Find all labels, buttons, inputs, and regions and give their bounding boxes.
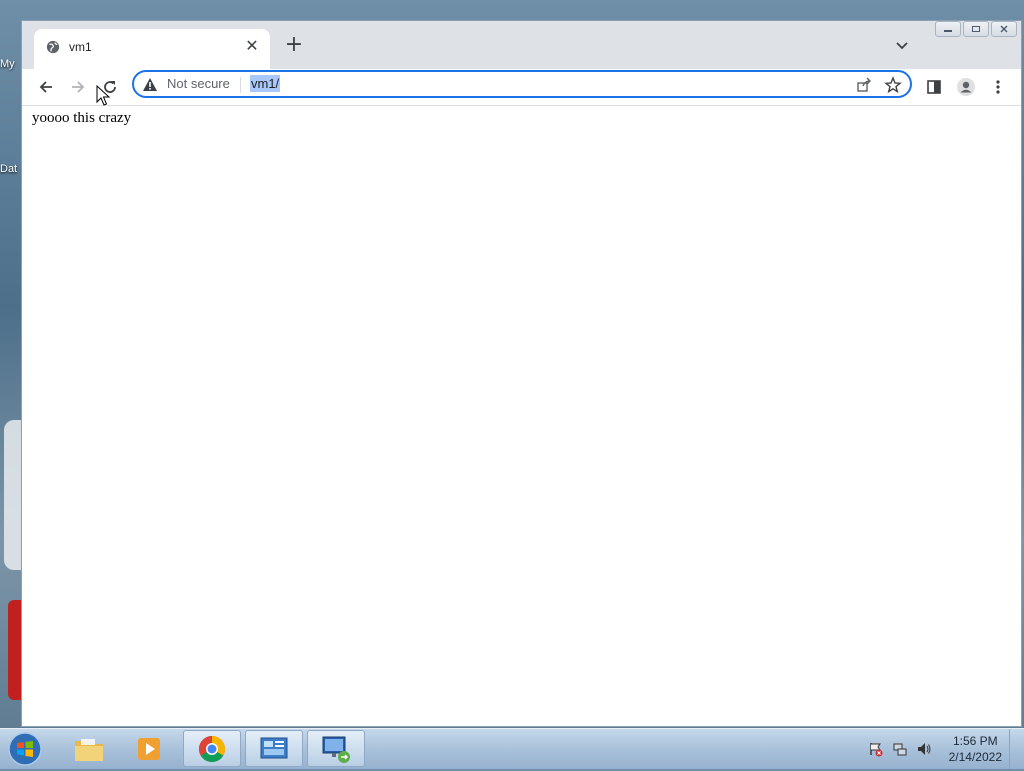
file-explorer-icon[interactable] — [60, 730, 118, 767]
page-text: yoooo this crazy — [32, 110, 132, 126]
security-status[interactable]: Not secure — [167, 76, 230, 91]
globe-icon — [46, 40, 60, 54]
arrow-left-icon[interactable] — [34, 75, 58, 99]
clock[interactable]: 1:56 PM 2/14/2022 — [949, 733, 1002, 765]
chevron-down-icon[interactable] — [894, 37, 910, 53]
url-text[interactable]: vm1/ — [250, 75, 281, 92]
desktop-wallpaper-fragment — [4, 420, 22, 570]
network-icon[interactable] — [892, 741, 908, 757]
system-tray — [868, 741, 932, 757]
star-icon[interactable] — [884, 76, 902, 94]
tab-title: vm1 — [69, 40, 92, 54]
share-icon[interactable] — [856, 77, 872, 93]
browser-window: vm1 ✕ + Not secure vm1/ yoooo this crazy — [21, 20, 1022, 727]
volume-icon[interactable] — [916, 741, 932, 757]
media-player-icon[interactable] — [120, 730, 178, 767]
profile-icon[interactable] — [954, 75, 978, 99]
server-manager-icon[interactable] — [245, 730, 303, 767]
clock-time: 1:56 PM — [952, 734, 998, 748]
new-tab-button[interactable]: + — [284, 34, 304, 56]
action-center-icon[interactable] — [868, 741, 884, 757]
desktop-wallpaper-fragment — [8, 600, 22, 700]
taskbar: 1:56 PM 2/14/2022 — [0, 728, 1024, 769]
tab-strip: vm1 ✕ + — [22, 21, 1021, 69]
clock-date: 2/14/2022 — [948, 750, 1002, 764]
page-content: yoooo this crazy — [22, 106, 1021, 726]
remote-desktop-icon[interactable] — [307, 730, 365, 767]
divider — [240, 77, 241, 93]
browser-toolbar: Not secure vm1/ — [22, 69, 1021, 106]
minimize-icon[interactable] — [935, 21, 961, 37]
desktop-icon-label[interactable]: Dat — [0, 163, 22, 175]
chrome-icon[interactable] — [183, 730, 241, 767]
maximize-icon[interactable] — [963, 21, 989, 37]
arrow-right-icon[interactable] — [66, 75, 90, 99]
close-icon[interactable]: ✕ — [244, 38, 260, 54]
desktop-icon-label[interactable]: My — [0, 58, 22, 70]
windows-start-icon[interactable] — [6, 731, 44, 767]
window-controls — [935, 21, 1017, 39]
side-panel-icon[interactable] — [922, 75, 946, 99]
close-icon[interactable] — [991, 21, 1017, 37]
show-desktop-button[interactable] — [1009, 729, 1024, 769]
warning-icon[interactable] — [142, 77, 158, 93]
tab-vm1[interactable]: vm1 ✕ — [34, 29, 270, 69]
mouse-cursor-icon — [96, 85, 110, 106]
address-bar[interactable]: Not secure vm1/ — [132, 70, 912, 98]
kebab-menu-icon[interactable] — [986, 75, 1010, 99]
